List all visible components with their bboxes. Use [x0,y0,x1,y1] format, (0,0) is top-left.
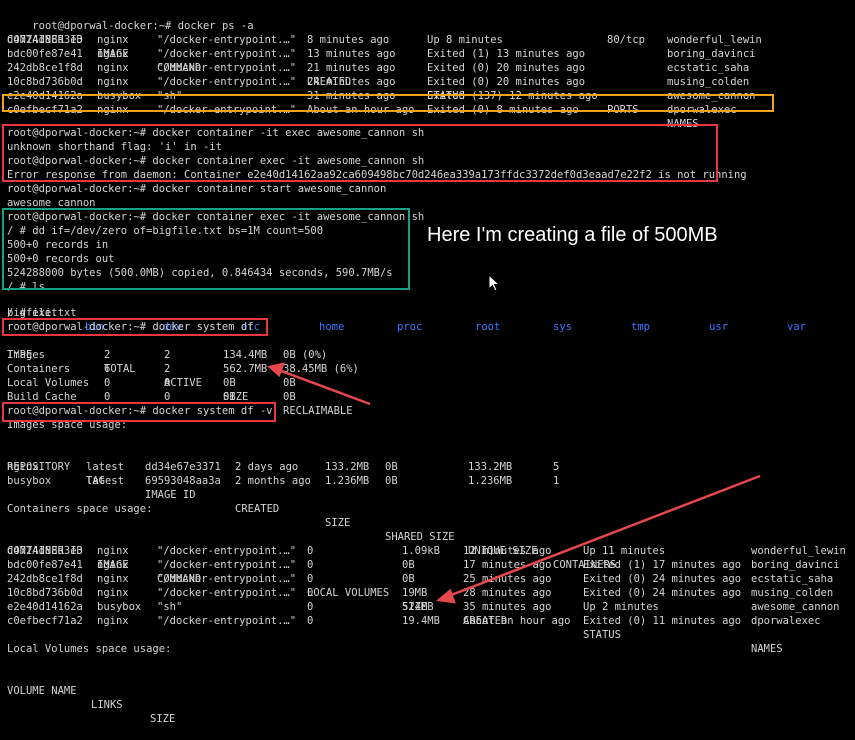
arrow-to-524mb [445,474,761,599]
arrow-head [435,588,456,604]
annotation-arrows [267,362,761,604]
arrow-to-containers-size [275,367,371,406]
terminal-window[interactable]: root@dporwal-docker:~# docker ps -a CONT… [0,0,855,725]
mouse-pointer-icon [488,274,500,292]
column-header: SIZE [150,713,176,725]
column-header: LINKS [91,699,123,711]
arrow-head [267,362,285,378]
